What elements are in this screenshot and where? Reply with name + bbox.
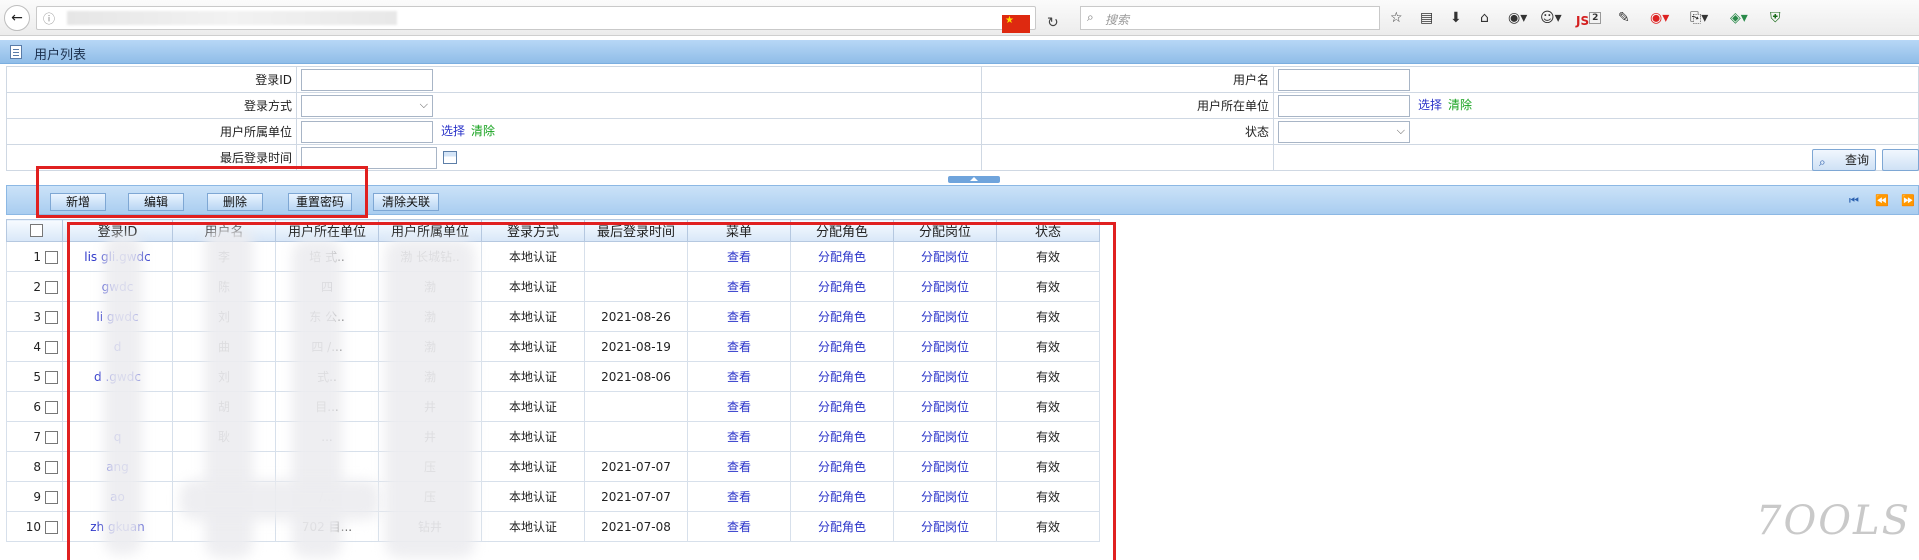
browser-search-input[interactable]: ⌕ 搜索 <box>1080 6 1380 30</box>
shield-icon[interactable]: ⛨ <box>1770 8 1781 28</box>
highlight-table <box>67 222 1116 560</box>
row-checkbox[interactable] <box>45 370 58 384</box>
row-checkbox[interactable] <box>45 280 58 294</box>
select-all-header[interactable] <box>6 219 63 242</box>
search-form: 登录ID 用户名 登录方式 ⌵ 用户所在单位 选择 清除 用户所属单位 选择 清除 … <box>6 66 1919 171</box>
record-icon[interactable]: ◉▾ <box>1650 8 1669 28</box>
row-number-cell: 10 <box>6 511 63 542</box>
star-icon[interactable]: ☆ <box>1390 8 1403 28</box>
collapse-handle[interactable] <box>948 176 1000 183</box>
row-checkbox[interactable] <box>45 460 58 474</box>
status-label: 状态 <box>981 118 1274 145</box>
query-button[interactable]: ⌕ 查询 <box>1812 149 1876 171</box>
clip-icon[interactable]: ⎘▾ <box>1690 8 1708 28</box>
row-checkbox[interactable] <box>45 400 58 414</box>
next-page-icon[interactable]: ⏩ <box>1901 194 1915 207</box>
row-checkbox[interactable] <box>45 250 58 264</box>
user-unit-label: 用户所属单位 <box>6 118 297 145</box>
row-number-cell: 5 <box>6 361 63 392</box>
username-label: 用户名 <box>981 66 1274 93</box>
pencil-icon[interactable]: ✎ <box>1618 8 1630 28</box>
page-header: 用户列表 <box>0 40 1919 64</box>
row-checkbox[interactable] <box>45 490 58 504</box>
back-icon[interactable]: ← <box>4 5 30 31</box>
user-unit-input[interactable] <box>301 120 433 143</box>
row-number-cell: 8 <box>6 451 63 482</box>
row-number-cell: 3 <box>6 301 63 332</box>
row-number: 7 <box>33 429 41 444</box>
user-location-unit-label: 用户所在单位 <box>981 92 1274 119</box>
row-number: 3 <box>33 309 41 324</box>
print-button[interactable] <box>1882 149 1919 171</box>
browser-toolbar: ← ⓘ ↻ ◆ ⌕ 搜索 ☆ ▤ ⬇ ⌂ ◉▾ ☺▾ JS2 ✎ ◉▾ ⎘▾ ◈… <box>0 0 1919 36</box>
row-number-cell: 6 <box>6 391 63 422</box>
row-checkbox[interactable] <box>45 520 58 534</box>
row-number-cell: 1 <box>6 241 63 272</box>
addon-icon[interactable]: ◈▾ <box>1730 8 1748 28</box>
download-icon[interactable]: ⬇ <box>1450 8 1462 28</box>
first-page-icon[interactable]: ⏮ <box>1849 194 1859 208</box>
row-number: 10 <box>25 519 41 534</box>
page-title: 用户列表 <box>34 48 87 63</box>
chevron-down-icon: ⌵ <box>419 97 428 111</box>
row-number: 1 <box>33 249 41 264</box>
row-number: 2 <box>33 279 41 294</box>
select-all-checkbox[interactable] <box>30 224 43 237</box>
blurred-url <box>67 11 397 25</box>
prev-page-icon[interactable]: ⏪ <box>1875 194 1889 207</box>
login-id-label: 登录ID <box>6 66 297 93</box>
highlight-toolbar-buttons <box>36 166 368 218</box>
status-select[interactable]: ⌵ <box>1278 120 1410 143</box>
document-icon <box>10 45 22 59</box>
row-number-cell: 9 <box>6 481 63 512</box>
row-number: 6 <box>33 399 41 414</box>
username-input[interactable] <box>1278 68 1410 91</box>
row-checkbox[interactable] <box>45 310 58 324</box>
info-icon[interactable]: ⓘ <box>43 10 55 27</box>
js-switch-icon[interactable]: JS 2 <box>1576 8 1602 28</box>
login-method-select[interactable]: ⌵ <box>301 94 433 117</box>
login-id-input[interactable] <box>301 68 433 91</box>
row-number: 8 <box>33 459 41 474</box>
addon-globe-icon[interactable]: ◉▾ <box>1508 8 1527 28</box>
clear-link[interactable]: 清除 <box>471 124 495 138</box>
reload-icon[interactable]: ↻ <box>1047 15 1063 31</box>
row-number: 5 <box>33 369 41 384</box>
user-location-unit-input[interactable] <box>1278 94 1410 117</box>
reading-list-icon[interactable]: ▤ <box>1420 8 1433 28</box>
search-placeholder: 搜索 <box>1105 13 1130 27</box>
palette-icon[interactable]: ☺▾ <box>1540 8 1562 28</box>
home-icon[interactable]: ⌂ <box>1480 8 1489 28</box>
row-number-cell: 4 <box>6 331 63 362</box>
clear-link[interactable]: 清除 <box>1448 98 1472 112</box>
search-icon: ⌕ <box>1087 10 1094 24</box>
clear-association-button[interactable]: 清除关联 <box>373 193 439 211</box>
select-link[interactable]: 选择 <box>1418 98 1442 112</box>
select-link[interactable]: 选择 <box>441 124 465 138</box>
search-icon: ⌕ <box>1819 155 1826 169</box>
row-number: 4 <box>33 339 41 354</box>
row-number-cell: 2 <box>6 271 63 302</box>
login-method-label: 登录方式 <box>6 92 297 119</box>
china-flag-icon <box>1002 15 1030 33</box>
address-bar[interactable]: ⓘ ↻ ◆ <box>36 6 1098 33</box>
watermark-logo: 7OOLS <box>1756 498 1911 544</box>
row-checkbox[interactable] <box>45 340 58 354</box>
row-checkbox[interactable] <box>45 430 58 444</box>
calendar-icon[interactable] <box>443 151 457 164</box>
chevron-down-icon: ⌵ <box>1396 123 1405 137</box>
row-number: 9 <box>33 489 41 504</box>
row-number-cell: 7 <box>6 421 63 452</box>
